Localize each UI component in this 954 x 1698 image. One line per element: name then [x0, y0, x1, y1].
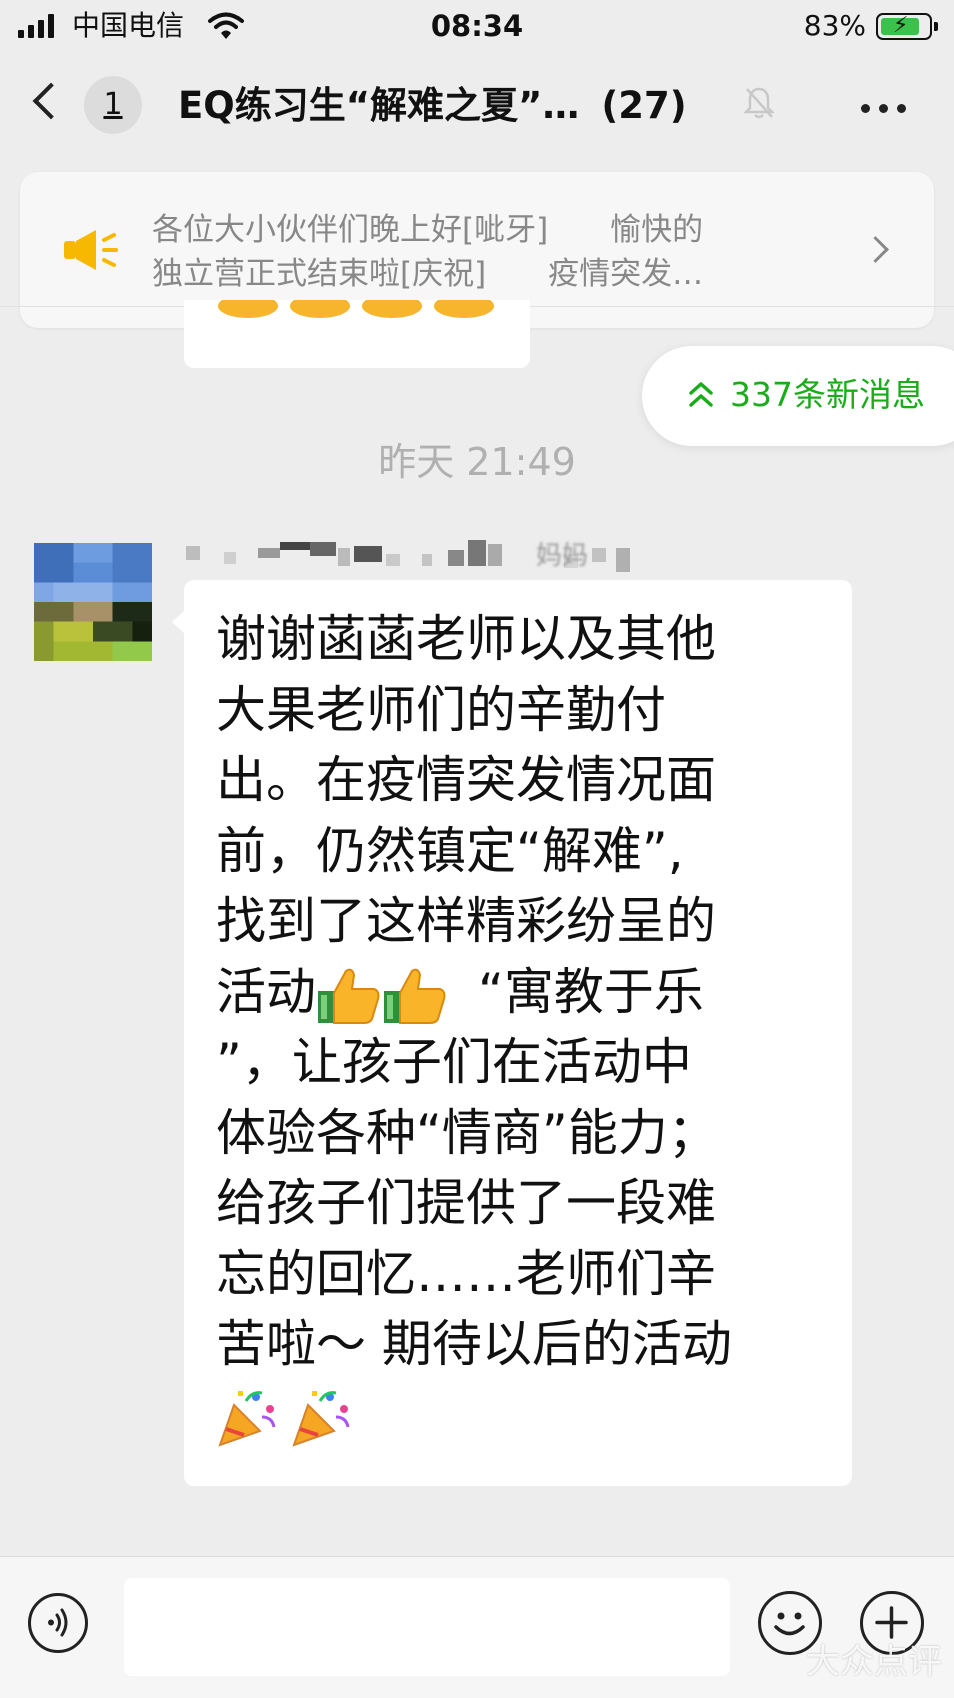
member-count: (27)	[601, 84, 687, 127]
message-line: 苦啦～ 期待以后的活动	[216, 1315, 732, 1373]
avatar[interactable]	[34, 543, 152, 661]
announcement-line-1: 各位大小伙伴们晚上好[呲牙] 愉快的	[152, 212, 704, 248]
message-text: 谢谢菡菡老师以及其他 大果老师们的辛勤付 出。在疫情突发情况面 前，仍然镇定“解…	[216, 604, 836, 1450]
party-popper-emoji	[292, 1391, 350, 1447]
message-line: 找到了这样精彩纷呈的	[216, 892, 716, 950]
more-dots-icon[interactable]	[861, 104, 906, 113]
unread-badge[interactable]: 1	[84, 76, 142, 134]
thumbs-up-emoji	[384, 968, 446, 1024]
message-line: 出。在疫情突发情况面	[216, 751, 716, 809]
message-line-with-emoji: 活动 “寓教于乐	[216, 957, 836, 1028]
message-line: 体验各种“情商”能力；	[216, 1103, 718, 1162]
voice-icon[interactable]	[28, 1593, 88, 1653]
message-line: 活动	[216, 962, 316, 1021]
thumbs-up-emoji	[318, 968, 380, 1024]
bell-muted-icon	[744, 87, 774, 119]
message-input[interactable]	[124, 1578, 730, 1676]
thumbs-up-emoji-row	[218, 300, 494, 318]
message-line: ”，让孩子们在活动中	[216, 1033, 692, 1091]
message-line: “寓教于乐	[478, 962, 704, 1021]
party-emoji-line	[216, 1380, 836, 1451]
message-line: 给孩子们提供了一段难	[216, 1174, 716, 1232]
sender-name-partial: 妈妈	[536, 541, 589, 571]
battery-charging-icon: ⚡	[876, 13, 938, 40]
back-chevron-left-icon[interactable]	[32, 82, 70, 120]
message-line: 前，仍然镇定“解难”,	[216, 821, 684, 880]
megaphone-icon	[64, 230, 118, 270]
group-name: EQ练习生“解难之夏”…	[178, 84, 580, 127]
message-timestamp: 昨天 21:49	[378, 440, 576, 484]
announcement-line-2: 独立营正式结束啦[庆祝] 疫情突发…	[152, 256, 704, 292]
party-popper-emoji	[218, 1391, 276, 1447]
status-bar: 中国电信 08:34 83% ⚡	[0, 0, 954, 58]
battery-percent: 83%	[803, 9, 866, 42]
previous-message-bubble[interactable]	[184, 300, 530, 368]
message-line: 忘的回忆……老师们辛	[216, 1244, 716, 1303]
chat-title[interactable]: EQ练习生“解难之夏”… (27)	[178, 78, 687, 134]
watermark: 大众点评	[806, 1642, 942, 1682]
new-messages-label: 337条新消息	[730, 375, 925, 414]
double-chevron-up-icon	[689, 382, 713, 407]
message-line: 大果老师们的辛勤付	[216, 680, 666, 739]
message-line: 谢谢菡菡老师以及其他	[216, 610, 716, 668]
